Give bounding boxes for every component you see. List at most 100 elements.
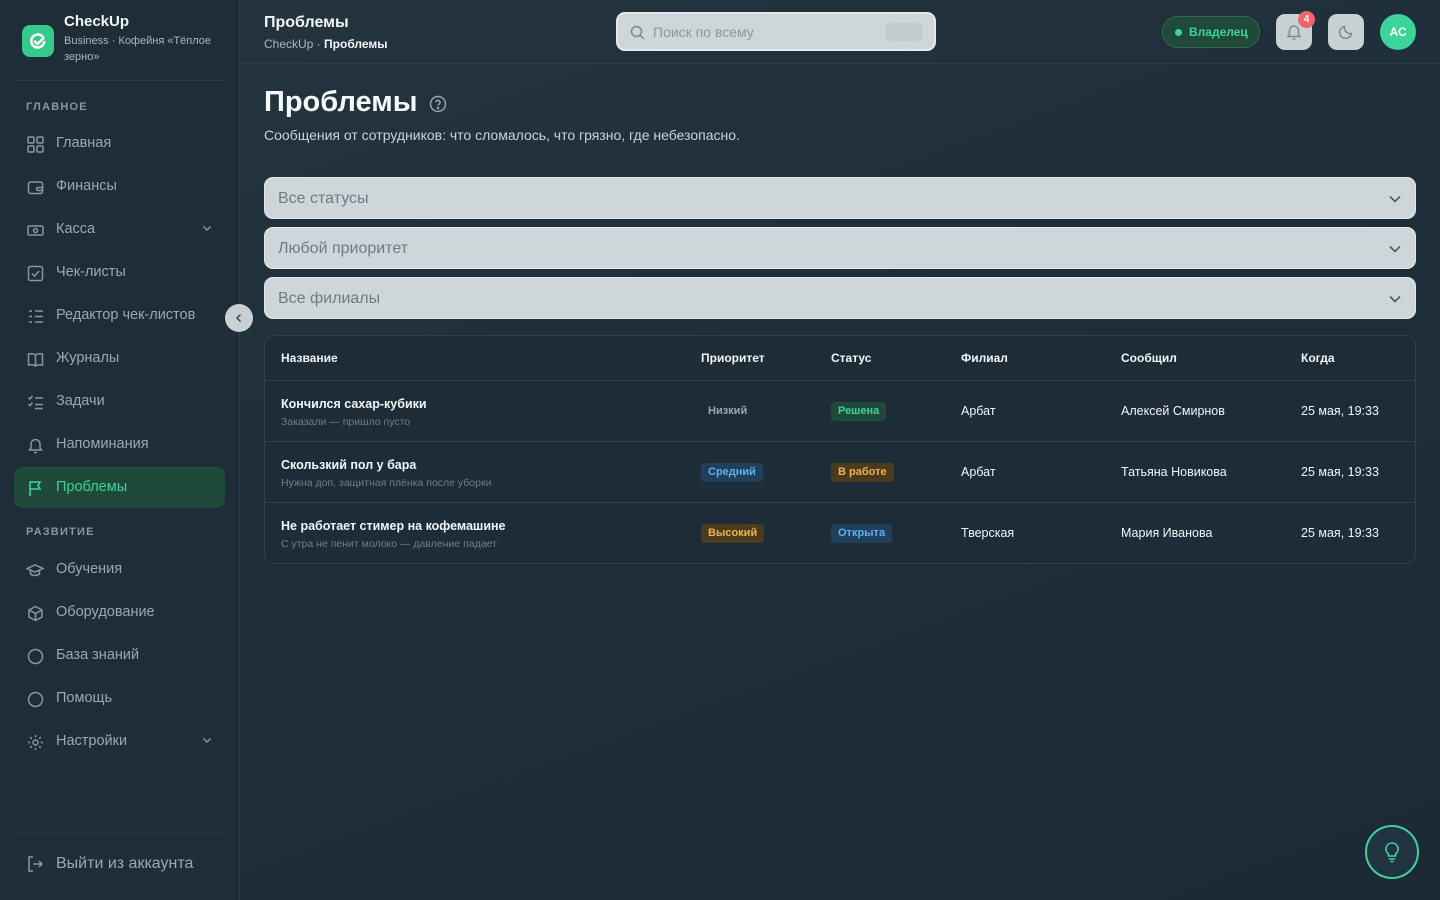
section-main-title: ГЛАВНОЕ (26, 101, 88, 113)
status-badge: Решена (831, 402, 887, 421)
sidebar-item-label: Финансы (56, 178, 117, 194)
breadcrumb: CheckUp · Проблемы (264, 37, 388, 51)
avatar[interactable]: АС (1380, 14, 1416, 50)
sidebar-item-journals[interactable]: Журналы (14, 338, 225, 379)
problems-table: Название Приоритет Статус Филиал Сообщил… (264, 335, 1416, 564)
column-header-reporter[interactable]: Сообщил (1121, 351, 1177, 365)
page-subtitle: Сообщения от сотрудников: что сломалось,… (264, 127, 740, 143)
column-header-title[interactable]: Название (281, 351, 338, 365)
sidebar-item-finance[interactable]: Финансы (14, 166, 225, 207)
column-header-branch[interactable]: Филиал (961, 351, 1008, 365)
sidebar-item-label: Чек-листы (56, 264, 126, 280)
page-title: Проблемы (264, 86, 418, 118)
circle-icon (26, 647, 44, 665)
column-header-when[interactable]: Когда (1301, 351, 1335, 365)
chevron-down-icon (201, 222, 213, 238)
priority-filter-value: Любой приоритет (278, 240, 409, 257)
status-badge: Открыта (831, 524, 893, 543)
graduation-icon (26, 561, 44, 579)
sidebar-item-cash[interactable]: Касса (14, 209, 225, 250)
priority-badge: Высокий (701, 524, 765, 543)
branch-cell: Арбат (961, 404, 996, 418)
column-header-priority[interactable]: Приоритет (701, 351, 765, 365)
column-header-status[interactable]: Статус (831, 351, 871, 365)
sidebar-item-label: Редактор чек-листов (56, 307, 196, 323)
sidebar-item-label: Напоминания (56, 436, 149, 452)
sidebar-item-trainings[interactable]: Обучения (14, 549, 225, 590)
sidebar: CheckUp Business · Кофейня «Тёплое зерно… (0, 0, 240, 900)
checkup-logo-icon (22, 25, 54, 57)
sidebar-item-checklist-editor[interactable]: Редактор чек-листов (14, 295, 225, 336)
global-search[interactable] (616, 12, 936, 51)
status-filter-value: Все статусы (278, 190, 369, 207)
status-badge: В работе (831, 463, 894, 482)
wallet-icon (26, 178, 44, 196)
box-icon (26, 604, 44, 622)
sidebar-item-knowledge-base[interactable]: База знаний (14, 635, 225, 676)
sidebar-item-checklists[interactable]: Чек-листы (14, 252, 225, 293)
notifications-button[interactable]: 4 (1276, 11, 1315, 50)
moon-icon (1338, 25, 1353, 40)
reporter-cell: Алексей Смирнов (1121, 404, 1225, 418)
when-cell: 25 мая, 19:33 (1301, 465, 1379, 479)
priority-filter-select[interactable]: Любой приоритет (264, 227, 1416, 269)
sidebar-item-equipment[interactable]: Оборудование (14, 592, 225, 633)
problem-title: Кончился сахар-кубики (281, 397, 427, 411)
sidebar-item-label: Оборудование (56, 604, 155, 620)
sidebar-item-label: Настройки (56, 733, 128, 749)
status-filter-select[interactable]: Все статусы (264, 177, 1416, 219)
logout-icon (26, 855, 44, 878)
problem-description: С утра не пенит молоко — давление падает (281, 538, 497, 550)
sidebar-item-settings[interactable]: Настройки (14, 721, 225, 762)
brand-name: CheckUp (64, 13, 130, 30)
chevron-down-icon (1387, 291, 1403, 312)
branch-filter-select[interactable]: Все филиалы (264, 277, 1416, 319)
sidebar-item-label: Задачи (56, 393, 105, 409)
when-cell: 25 мая, 19:33 (1301, 526, 1379, 540)
table-row[interactable]: Кончился сахар-кубики Заказали — пришло … (265, 381, 1415, 442)
sidebar-item-reminders[interactable]: Напоминания (14, 424, 225, 465)
sidebar-item-problems[interactable]: Проблемы (14, 467, 225, 508)
role-badge[interactable]: Владелец (1162, 16, 1260, 48)
lightbulb-icon (1385, 842, 1399, 863)
logout-button[interactable]: Выйти из аккаунта (14, 845, 225, 885)
breadcrumb-separator: · (313, 37, 325, 51)
table-row[interactable]: Не работает стимер на кофемашине С утра … (265, 503, 1415, 563)
breadcrumb-root[interactable]: CheckUp (264, 37, 313, 51)
table-row[interactable]: Скользкий пол у бара Нужна доп. защитная… (265, 442, 1415, 503)
circle-icon (26, 690, 44, 708)
help-circle-icon[interactable] (429, 95, 447, 118)
sidebar-item-home[interactable]: Главная (14, 123, 225, 164)
branch-cell: Арбат (961, 465, 996, 479)
branch-cell: Тверская (961, 526, 1015, 540)
tips-button[interactable] (1365, 825, 1419, 879)
sidebar-item-help[interactable]: Помощь (14, 678, 225, 719)
sidebar-collapse-button[interactable] (225, 304, 253, 332)
role-label: Владелец (1189, 25, 1248, 39)
problem-title: Скользкий пол у бара (281, 458, 417, 472)
bell-icon (26, 436, 44, 454)
status-dot-icon (1175, 29, 1182, 36)
chevron-down-icon (201, 734, 213, 750)
when-cell: 25 мая, 19:33 (1301, 404, 1379, 418)
sidebar-item-tasks[interactable]: Задачи (14, 381, 225, 422)
theme-toggle-button[interactable] (1328, 14, 1364, 50)
problem-title: Не работает стимер на кофемашине (281, 519, 506, 533)
brand[interactable]: CheckUp Business · Кофейня «Тёплое зерно… (14, 10, 225, 81)
priority-badge: Средний (701, 463, 763, 482)
tasks-icon (26, 393, 44, 411)
bell-icon (1286, 25, 1302, 40)
logout-label: Выйти из аккаунта (56, 855, 194, 872)
sidebar-item-label: Проблемы (56, 479, 128, 495)
sidebar-item-label: Помощь (56, 690, 113, 706)
brand-subtitle: Business · Кофейня «Тёплое зерно» (64, 35, 212, 63)
book-icon (26, 350, 44, 368)
cash-icon (26, 221, 44, 239)
chevron-down-icon (1387, 191, 1403, 212)
problem-description: Заказали — пришло пусто (281, 416, 411, 428)
sidebar-item-label: Журналы (56, 350, 120, 366)
search-input[interactable] (653, 22, 873, 42)
sidebar-item-label: Обучения (56, 561, 123, 577)
priority-badge: Низкий (708, 405, 748, 417)
sidebar-item-label: База знаний (56, 647, 140, 663)
